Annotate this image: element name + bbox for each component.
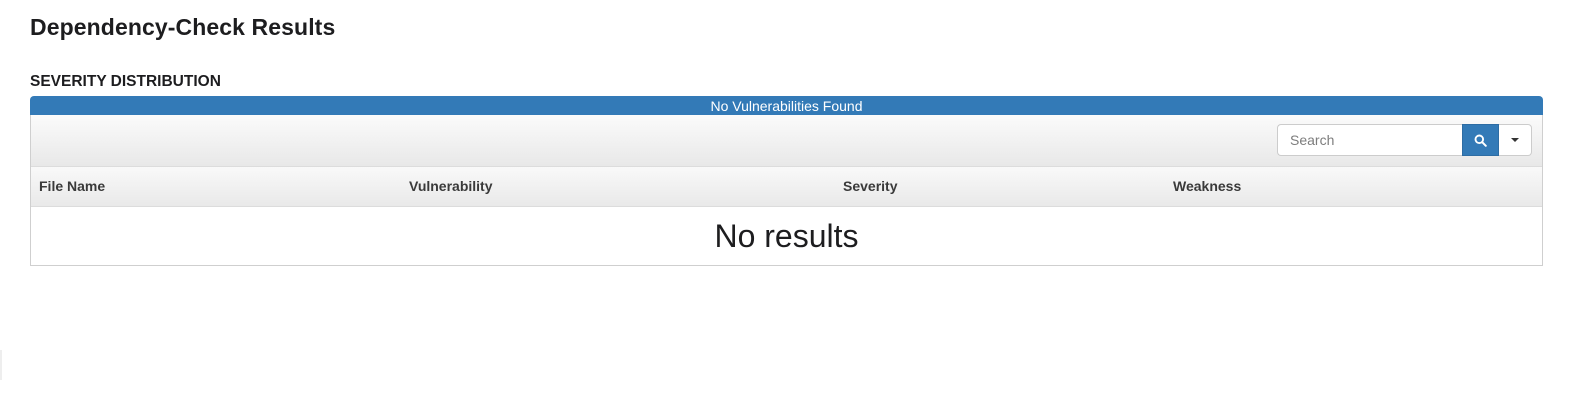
page-title: Dependency-Check Results (30, 14, 336, 40)
table-toolbar (31, 115, 1542, 167)
search-button[interactable] (1462, 124, 1499, 156)
column-header-file-name[interactable]: File Name (39, 167, 105, 206)
severity-distribution-title: SEVERITY DISTRIBUTION (30, 73, 221, 90)
search-icon (1474, 134, 1487, 147)
results-page: Dependency-Check Results SEVERITY DISTRI… (0, 0, 1579, 407)
left-edge-divider (0, 350, 2, 380)
search-group (1277, 124, 1532, 156)
severity-distribution-bar: No Vulnerabilities Found (30, 96, 1543, 116)
filter-dropdown-button[interactable] (1499, 124, 1532, 156)
table-header-row: File Name Vulnerability Severity Weaknes… (31, 167, 1542, 207)
column-header-severity[interactable]: Severity (843, 167, 897, 206)
search-input[interactable] (1277, 124, 1462, 156)
column-header-vulnerability[interactable]: Vulnerability (409, 167, 493, 206)
results-table: File Name Vulnerability Severity Weaknes… (30, 115, 1543, 266)
column-header-weakness[interactable]: Weakness (1173, 167, 1241, 206)
no-results-message: No results (714, 218, 859, 254)
caret-down-icon (1511, 138, 1519, 142)
